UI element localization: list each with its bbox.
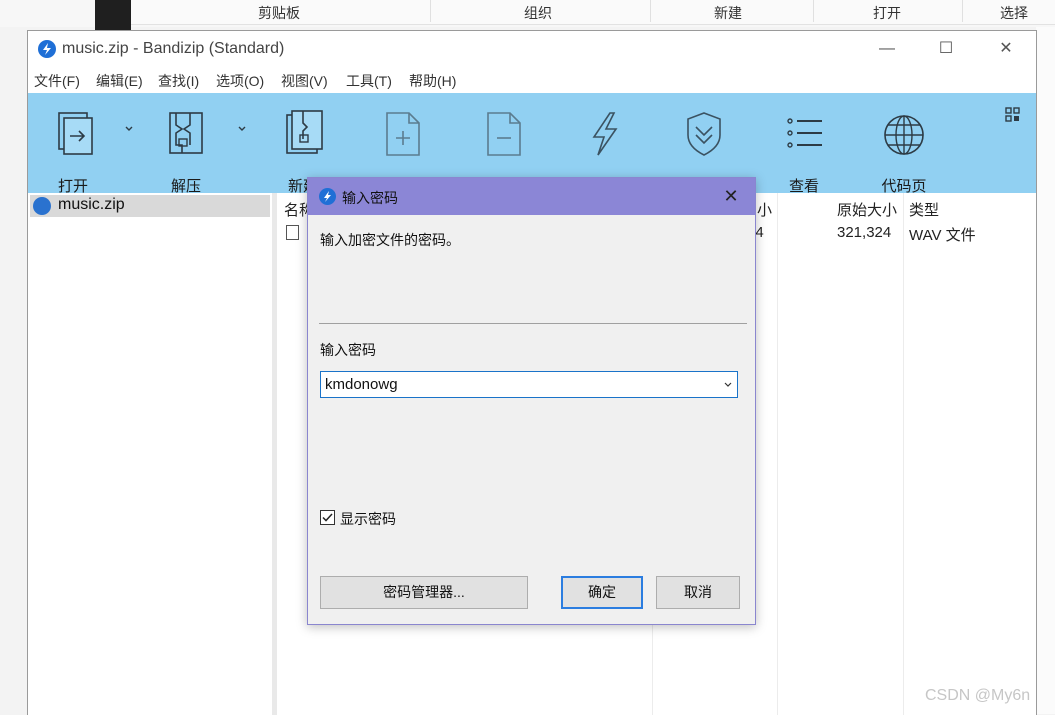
toolbar-delete-button[interactable]: 删除 — [464, 103, 544, 195]
minimize-button[interactable]: — — [864, 35, 910, 63]
bandizip-logo-icon — [38, 40, 56, 58]
audio-file-icon — [286, 225, 299, 240]
toolbar-codepage-button[interactable]: 代码页 — [864, 103, 944, 195]
menu-options[interactable]: 选项(O) — [216, 71, 264, 91]
password-combobox[interactable]: kmdonowg — [320, 371, 738, 398]
password-manager-button[interactable]: 密码管理器... — [320, 576, 528, 609]
close-window-button[interactable]: ✕ — [983, 35, 1029, 63]
show-password-label[interactable]: 显示密码 — [340, 509, 396, 529]
checkmark-icon — [322, 513, 333, 522]
show-password-checkbox[interactable] — [320, 510, 335, 525]
menu-find[interactable]: 查找(I) — [158, 71, 199, 91]
toolbar-add-button[interactable]: 添加 — [363, 103, 443, 195]
column-header-compressed[interactable]: 小 — [757, 199, 772, 220]
background-ribbon-bar: 剪贴板 组织 新建 打开 选择 — [131, 0, 1055, 25]
open-archive-icon — [58, 112, 93, 155]
dialog-message: 输入加密文件的密码。 — [320, 232, 460, 248]
view-list-icon — [787, 118, 822, 148]
password-input[interactable]: kmdonowg — [325, 376, 398, 393]
toolbar-new-button[interactable]: 新建 — [263, 103, 343, 195]
column-header-original-size[interactable]: 原始大小 — [837, 199, 897, 220]
extract-dropdown-chevron-icon[interactable] — [236, 123, 248, 135]
ribbon-group-open: 打开 — [873, 5, 901, 21]
ribbon-divider — [430, 0, 431, 22]
cell-type: WAV 文件 — [909, 227, 976, 244]
chevron-down-icon[interactable] — [723, 380, 733, 390]
delete-file-icon — [487, 112, 521, 156]
codepage-globe-icon — [884, 115, 924, 155]
toolbar-view-button[interactable]: 查看 — [764, 103, 844, 195]
zip-archive-icon — [33, 197, 51, 215]
dialog-divider — [319, 323, 747, 324]
window-title: music.zip - Bandizip (Standard) — [62, 40, 285, 57]
toolbar-extract-button[interactable]: 解压 — [146, 103, 226, 195]
ribbon-group-organize: 组织 — [524, 5, 552, 21]
cancel-button[interactable]: 取消 — [656, 576, 740, 609]
dialog-title-bar[interactable]: 输入密码 ✕ — [308, 178, 755, 215]
new-archive-icon — [286, 110, 323, 154]
ribbon-group-new: 新建 — [714, 5, 742, 21]
layout-grid-icon[interactable] — [1005, 107, 1021, 123]
column-divider — [903, 193, 904, 715]
dialog-close-button[interactable]: ✕ — [718, 184, 744, 208]
watermark: CSDN @My6n — [925, 687, 1031, 704]
dialog-title: 输入密码 — [342, 190, 398, 206]
ribbon-divider — [962, 0, 963, 22]
tree-item-root[interactable]: music.zip — [30, 195, 270, 217]
column-divider — [777, 193, 778, 715]
ribbon-divider — [650, 0, 651, 22]
scan-shield-icon — [687, 112, 721, 156]
ribbon-group-select: 选择 — [1000, 5, 1028, 21]
test-bolt-icon — [592, 112, 618, 156]
menu-edit[interactable]: 编辑(E) — [96, 71, 143, 91]
toolbar-scan-button[interactable]: 扫描 — [664, 103, 744, 195]
ribbon-group-clipboard: 剪贴板 — [258, 5, 300, 21]
add-file-icon — [386, 112, 420, 156]
password-dialog: 输入密码 ✕ 输入加密文件的密码。 输入密码 kmdonowg 显示密码 密码管… — [307, 177, 756, 625]
maximize-button[interactable]: ☐ — [923, 35, 969, 63]
ok-button[interactable]: 确定 — [561, 576, 643, 609]
menu-help[interactable]: 帮助(H) — [409, 71, 456, 91]
column-header-type[interactable]: 类型 — [909, 199, 939, 220]
open-dropdown-chevron-icon[interactable] — [123, 123, 135, 135]
toolbar-open-button[interactable]: 打开 — [33, 103, 113, 195]
archive-tree-pane: music.zip — [28, 193, 272, 715]
menu-file[interactable]: 文件(F) — [34, 71, 80, 91]
extract-icon — [169, 112, 203, 154]
bandizip-logo-icon — [319, 188, 336, 205]
menu-bar: 文件(F) 编辑(E) 查找(I) 选项(O) 视图(V) 工具(T) 帮助(H… — [28, 67, 1036, 93]
password-label: 输入密码 — [320, 342, 376, 358]
tree-item-label: music.zip — [58, 196, 125, 213]
menu-view[interactable]: 视图(V) — [281, 71, 328, 91]
menu-tools[interactable]: 工具(T) — [346, 71, 392, 91]
toolbar-test-button[interactable]: 测试 — [564, 103, 644, 195]
ribbon-divider — [813, 0, 814, 22]
cell-original-size: 321,324 — [837, 224, 892, 241]
title-bar[interactable]: music.zip - Bandizip (Standard) — ☐ ✕ — [28, 31, 1036, 67]
background-explorer-edge — [1036, 27, 1055, 714]
